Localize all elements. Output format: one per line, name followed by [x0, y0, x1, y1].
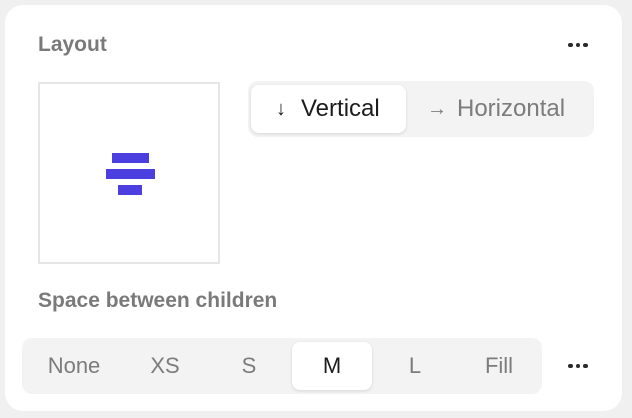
- spacing-section-title: Space between children: [38, 289, 278, 312]
- more-dot: [575, 363, 581, 369]
- layout-panel: Layout ↓ Vertical → Horizontal Space bet…: [5, 5, 622, 411]
- arrow-right-icon: →: [427, 97, 447, 120]
- direction-option-label: Vertical: [301, 95, 380, 122]
- spacing-option-none[interactable]: None: [34, 342, 114, 390]
- more-dot: [583, 363, 588, 369]
- direction-toggle: ↓ Vertical → Horizontal: [248, 81, 594, 137]
- layout-preview: [38, 82, 220, 264]
- spacing-option-xs[interactable]: XS: [125, 342, 205, 390]
- direction-option-horizontal[interactable]: → Horizontal: [411, 85, 591, 133]
- spacing-option-fill[interactable]: Fill: [459, 342, 539, 390]
- stack-vertical-icon: [106, 153, 155, 195]
- stack-bar-bottom: [118, 185, 142, 195]
- spacing-option-s[interactable]: S: [209, 342, 289, 390]
- direction-option-label: Horizontal: [457, 95, 566, 122]
- direction-option-vertical[interactable]: ↓ Vertical: [251, 85, 406, 133]
- stack-bar-top: [112, 153, 149, 163]
- spacing-option-l[interactable]: L: [375, 342, 455, 390]
- more-dot: [568, 42, 573, 48]
- more-dot: [568, 363, 573, 369]
- spacing-more-button[interactable]: [563, 355, 593, 377]
- stack-bar-middle: [106, 169, 155, 179]
- arrow-down-icon: ↓: [276, 97, 286, 120]
- layout-more-button[interactable]: [563, 34, 593, 56]
- spacing-option-m[interactable]: M: [292, 342, 372, 390]
- more-dot: [583, 42, 588, 48]
- more-dot: [575, 42, 581, 48]
- spacing-toggle: None XS S M L Fill: [22, 338, 542, 394]
- layout-section-title: Layout: [38, 33, 107, 56]
